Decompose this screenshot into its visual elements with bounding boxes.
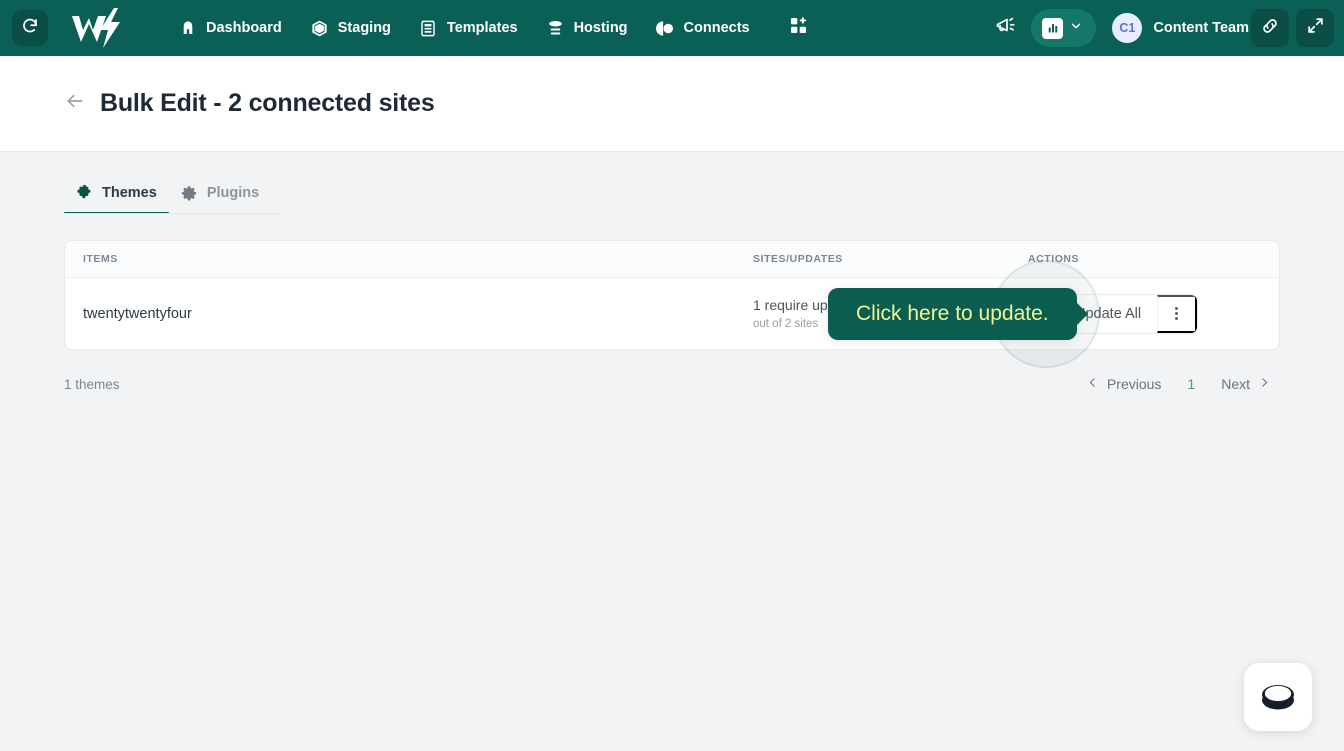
column-header-actions: ACTIONS	[1028, 253, 1080, 265]
nav-label: Templates	[446, 20, 518, 36]
items-table-card: ITEMS SITES/UPDATES ACTIONS twentytwenty…	[64, 240, 1280, 368]
pagination-previous-label: Previous	[1106, 376, 1162, 392]
refresh-icon	[21, 17, 39, 40]
nav-item-dashboard[interactable]: Dashboard	[166, 11, 294, 46]
nav-item-connects[interactable]: Connects	[644, 11, 762, 46]
bar-chart-icon	[1042, 17, 1064, 39]
nav-label: Hosting	[573, 20, 628, 36]
user-name-label: Content Team	[1153, 20, 1249, 36]
server-icon	[546, 19, 565, 38]
tab-bar: Themes Plugins	[64, 152, 1280, 214]
contrast-circle-icon	[655, 19, 675, 38]
update-tooltip: Click here to update.	[828, 288, 1077, 340]
avatar: C1	[1112, 13, 1143, 43]
top-navigation-bar: Dashboard Staging Templates Hosting Conn…	[0, 0, 1344, 56]
nav-label: Dashboard	[206, 20, 282, 36]
pagination-page-1[interactable]: 1	[1171, 372, 1211, 396]
expand-arrows-icon	[1306, 16, 1325, 40]
page-title: Bulk Edit - 2 connected sites	[100, 89, 435, 117]
chevron-down-icon	[1070, 19, 1082, 37]
page-content: Themes Plugins ITEMS SITES/UPDATES ACTIO…	[0, 152, 1344, 396]
column-header-sites-updates: SITES/UPDATES	[753, 253, 843, 265]
table-row: twentytwentyfour 1 require update out of…	[65, 259, 1279, 368]
brand-logo[interactable]	[70, 8, 128, 48]
w-lightning-logo-icon	[72, 8, 120, 48]
row-more-menu-button[interactable]	[1157, 294, 1198, 333]
arrow-left-icon	[64, 91, 86, 116]
chevron-right-icon	[1259, 376, 1270, 392]
nav-item-templates[interactable]: Templates	[407, 11, 530, 46]
apps-grid-button[interactable]	[782, 11, 816, 45]
megaphone-icon	[994, 14, 1018, 43]
page-header: Bulk Edit - 2 connected sites	[0, 56, 1344, 152]
grid-plus-icon	[789, 16, 808, 40]
items-count-label: 1 themes	[64, 376, 120, 392]
fullscreen-button[interactable]	[1296, 9, 1334, 47]
tab-plugins[interactable]: Plugins	[169, 184, 271, 214]
item-name: twentytwentyfour	[83, 305, 192, 322]
cube-icon	[310, 19, 329, 38]
nav-right-cluster: C1 Content Team	[987, 9, 1334, 47]
pagination-next-button[interactable]: Next	[1211, 372, 1280, 396]
tab-label: Plugins	[206, 184, 260, 201]
nav-label: Connects	[683, 20, 750, 36]
support-widget-button[interactable]	[1244, 663, 1312, 731]
user-account-menu[interactable]: C1 Content Team	[1112, 13, 1249, 43]
tab-themes[interactable]: Themes	[64, 184, 169, 214]
puzzle-piece-icon	[76, 184, 93, 201]
back-button[interactable]	[64, 93, 86, 115]
pagination: Previous 1 Next	[1077, 372, 1280, 396]
analytics-selector[interactable]	[1031, 9, 1097, 47]
link-icon	[1260, 16, 1280, 41]
pagination-previous-button[interactable]: Previous	[1077, 372, 1171, 396]
table-footer: 1 themes Previous 1 Next	[64, 372, 1280, 396]
announcements-button[interactable]	[987, 9, 1025, 47]
kebab-menu-icon	[1175, 306, 1179, 322]
column-header-items: ITEMS	[83, 253, 118, 265]
primary-nav-items: Dashboard Staging Templates Hosting Conn…	[166, 11, 816, 46]
gear-icon	[181, 184, 198, 201]
chevron-left-icon	[1087, 376, 1098, 392]
pagination-next-label: Next	[1221, 376, 1250, 392]
nav-label: Staging	[337, 20, 391, 36]
nav-item-hosting[interactable]: Hosting	[534, 11, 640, 46]
home-icon	[178, 19, 197, 38]
table-header-row: ITEMS SITES/UPDATES ACTIONS	[65, 241, 1279, 278]
template-list-icon	[419, 19, 438, 38]
tab-label: Themes	[102, 184, 157, 201]
copy-link-button[interactable]	[1251, 9, 1289, 47]
nav-item-staging[interactable]: Staging	[298, 11, 403, 46]
nav-refresh-button[interactable]	[12, 10, 48, 46]
bowl-logo-icon	[1257, 676, 1299, 719]
